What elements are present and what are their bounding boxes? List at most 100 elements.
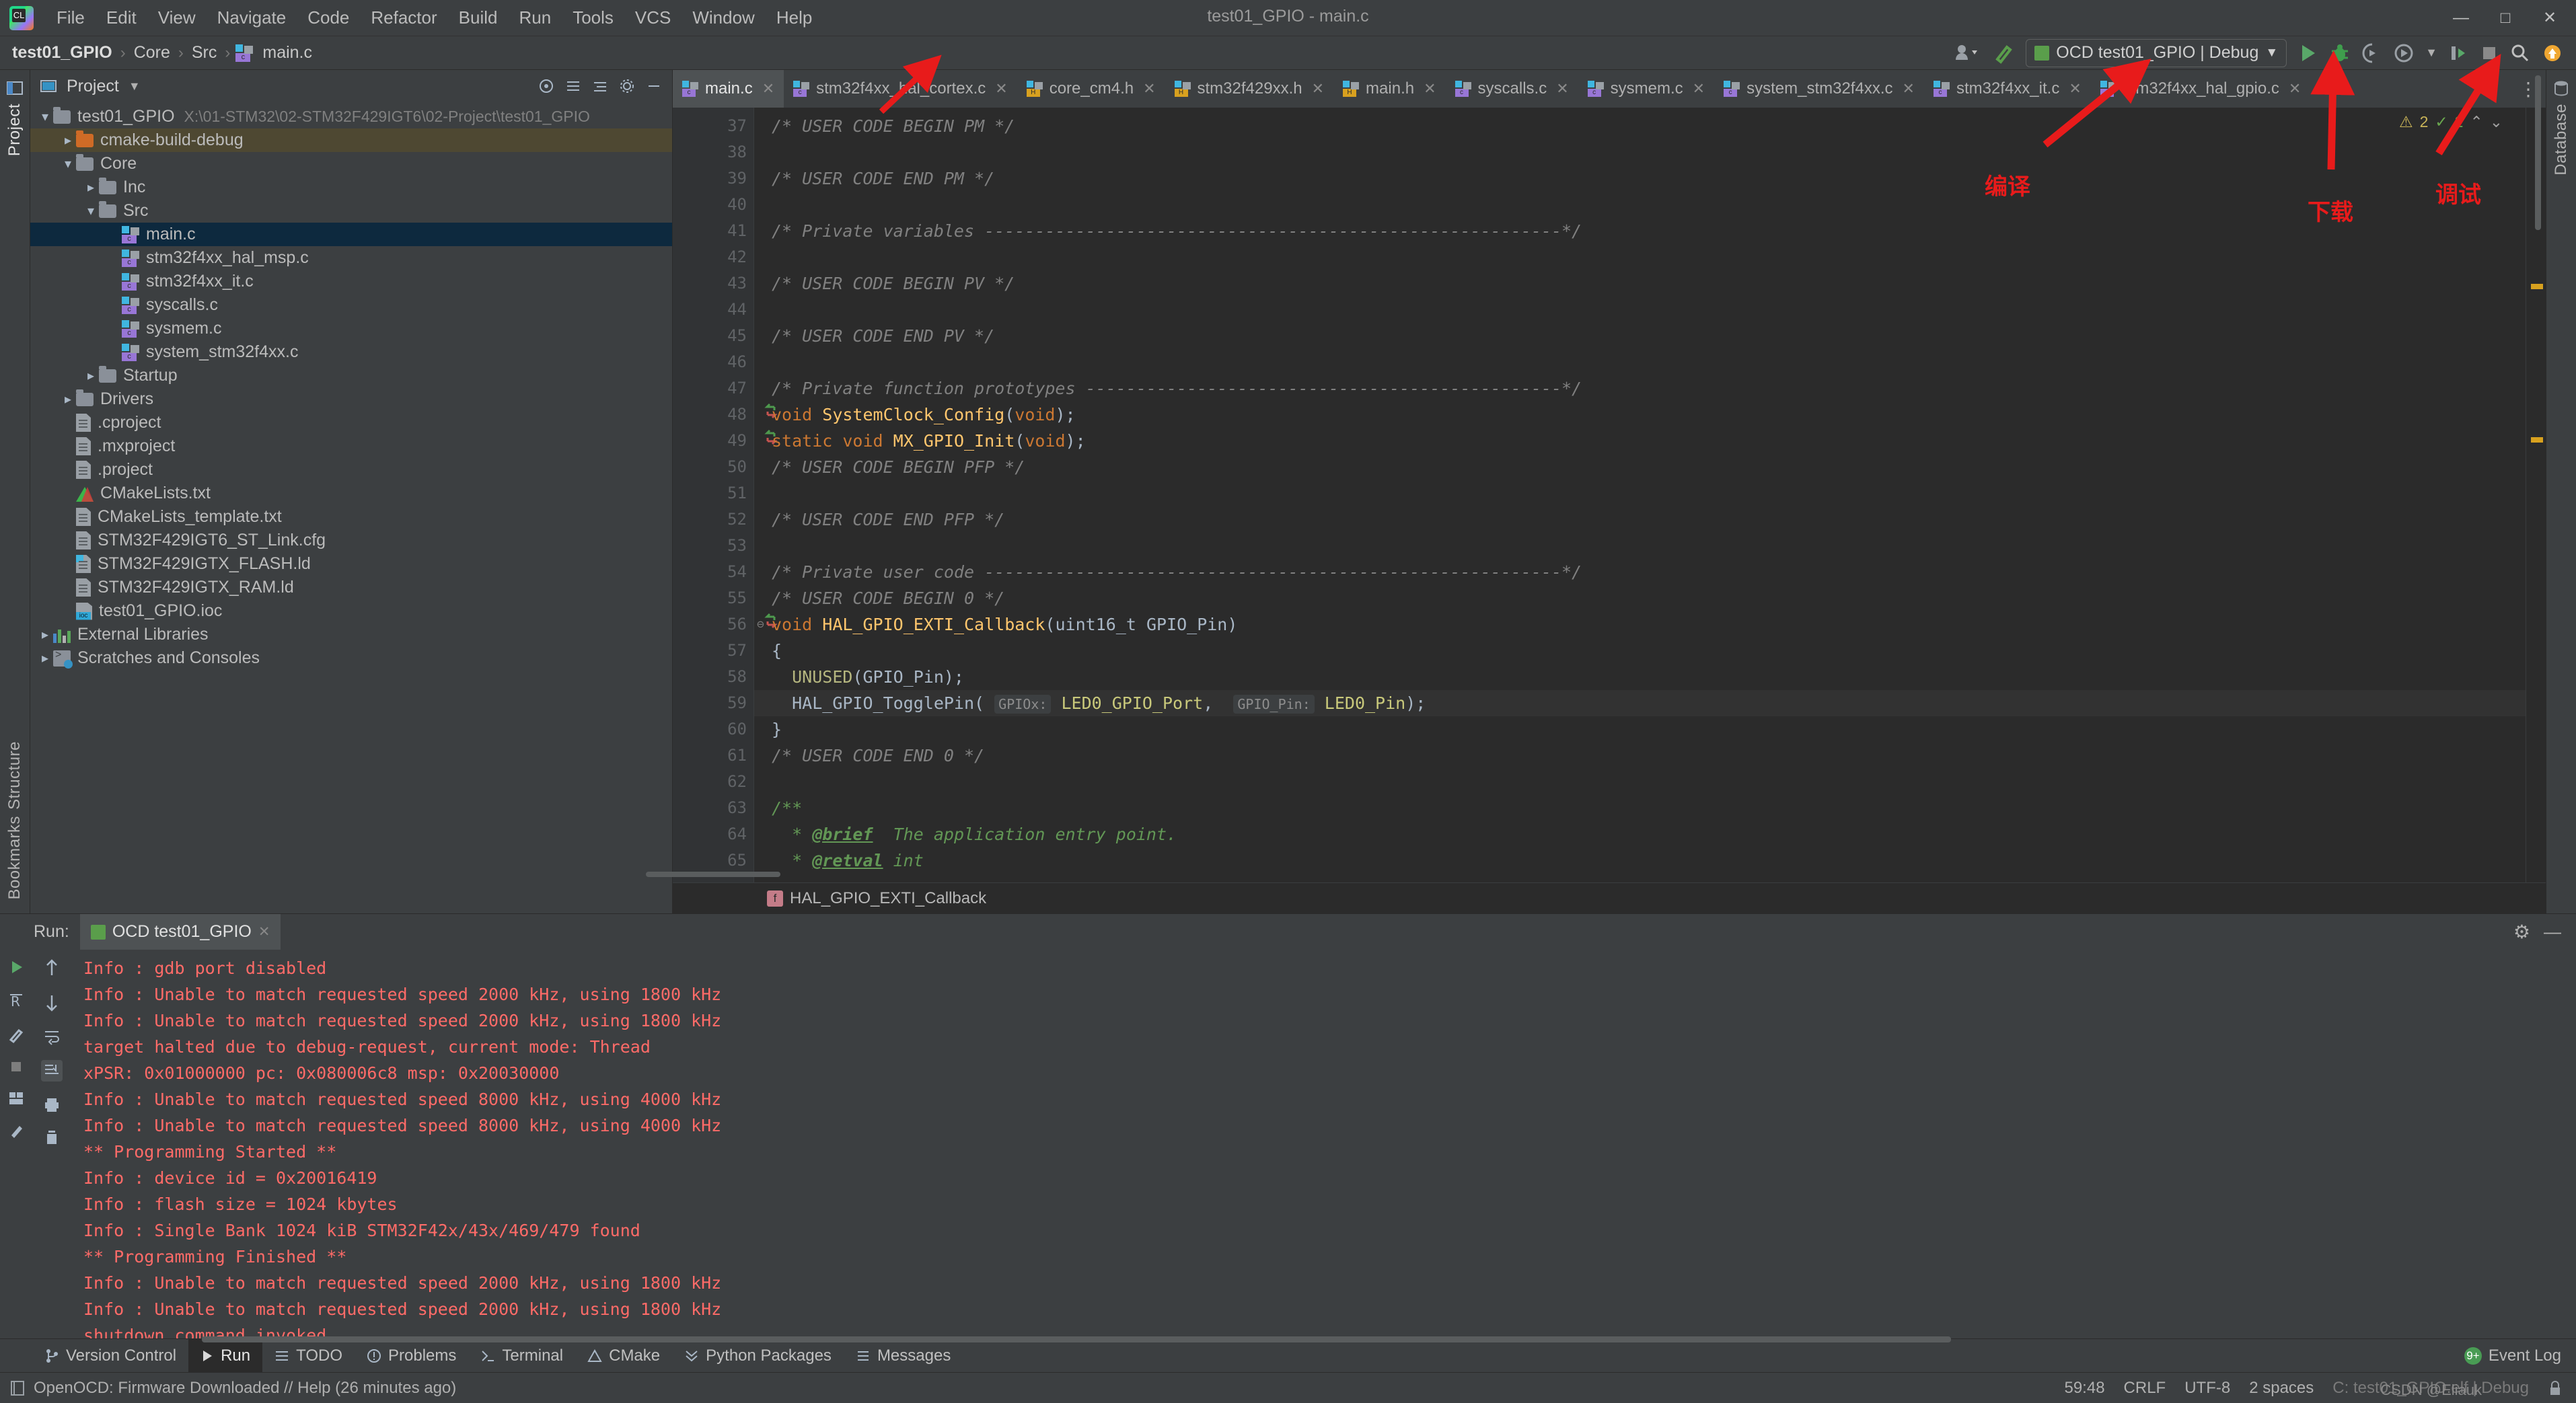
- tool-button-run[interactable]: Run: [188, 1338, 263, 1373]
- tree-item-inc[interactable]: ▸ Inc: [30, 176, 672, 199]
- menu-item-edit[interactable]: Edit: [96, 3, 147, 32]
- expand-all-icon[interactable]: [564, 77, 582, 95]
- event-log-button[interactable]: 9+ Event Log: [2464, 1347, 2576, 1365]
- tree-item-main-c[interactable]: ▸cmain.c: [30, 223, 672, 246]
- project-tree[interactable]: ▾ test01_GPIO X:\01-STM32\02-STM32F429IGT6…: [30, 102, 672, 913]
- tree-item-cmake-build-debug[interactable]: ▸ cmake-build-debug: [30, 128, 672, 152]
- configure-icon[interactable]: [7, 1025, 26, 1044]
- code-line-51[interactable]: [754, 480, 2526, 506]
- code-line-56[interactable]: ⊖ void HAL_GPIO_EXTI_Callback(uint16_t GP…: [754, 611, 2526, 638]
- stripe-marker-warning[interactable]: [2531, 284, 2543, 289]
- editor-tab-core-cm4-h[interactable]: Hcore_cm4.h ✕: [1017, 70, 1165, 108]
- close-icon[interactable]: ✕: [2069, 80, 2081, 98]
- tool-button-version-control[interactable]: Version Control: [32, 1339, 188, 1373]
- tree-item-syscalls-c[interactable]: ▸csyscalls.c: [30, 293, 672, 317]
- chevron-down-icon[interactable]: ▼: [2425, 46, 2437, 60]
- breadcrumb-core[interactable]: Core: [131, 42, 173, 64]
- code-line-37[interactable]: /* USER CODE BEGIN PM */: [754, 113, 2526, 139]
- database-icon[interactable]: [2552, 79, 2570, 97]
- project-window-icon[interactable]: [6, 79, 24, 97]
- code-line-61[interactable]: /* USER CODE END 0 */: [754, 743, 2526, 769]
- expand-arrow-icon[interactable]: ▸: [60, 132, 76, 149]
- tree-item-test01-gpio-ioc[interactable]: ▸ioctest01_GPIO.ioc: [30, 599, 672, 623]
- sidebar-item-project[interactable]: Project: [5, 104, 24, 156]
- code-line-54[interactable]: /* Private user code -------------------…: [754, 559, 2526, 585]
- breadcrumb-project[interactable]: test01_GPIO: [9, 42, 115, 64]
- collapse-arrow-icon[interactable]: ▾: [83, 202, 99, 219]
- close-icon[interactable]: ✕: [762, 80, 774, 98]
- rerun-failed-icon[interactable]: R: [7, 991, 26, 1010]
- gear-icon[interactable]: [618, 77, 636, 95]
- tool-button-problems[interactable]: Problems: [355, 1339, 468, 1373]
- collapse-arrow-icon[interactable]: ▾: [60, 155, 76, 172]
- code-line-62[interactable]: [754, 769, 2526, 795]
- stripe-marker-warning[interactable]: [2531, 437, 2543, 443]
- menu-item-view[interactable]: View: [147, 3, 207, 32]
- menu-item-refactor[interactable]: Refactor: [360, 3, 447, 32]
- close-button[interactable]: ✕: [2528, 1, 2572, 36]
- editor-tab-main-h[interactable]: Hmain.h ✕: [1333, 70, 1445, 108]
- tool-button-terminal[interactable]: Terminal: [468, 1339, 575, 1373]
- tree-item-cmakelists-txt[interactable]: ▸CMakeLists.txt: [30, 482, 672, 505]
- code-editor[interactable]: 37 38 39 40 41 42 43 44 45 46 47 48 49 50 51 52 53 54 55 56…: [673, 108, 2546, 913]
- editor-tab-main-c[interactable]: c main.c ✕: [673, 70, 784, 108]
- maximize-button[interactable]: □: [2483, 1, 2528, 36]
- tree-item-external-libraries[interactable]: ▸ External Libraries: [30, 623, 672, 646]
- breadcrumb-file[interactable]: main.c: [260, 42, 315, 64]
- sidebar-item-bookmarks[interactable]: Bookmarks: [5, 816, 24, 900]
- code-line-38[interactable]: [754, 139, 2526, 165]
- menu-item-run[interactable]: Run: [508, 3, 562, 32]
- editor-tab-stm32f4xx-it-c[interactable]: c stm32f4xx_it.c ✕: [1924, 70, 2091, 108]
- editor-tab-system-stm32f4xx-c[interactable]: c system_stm32f4xx.c ✕: [1714, 70, 1924, 108]
- code-content[interactable]: /* USER CODE BEGIN PM */ /* USER CODE END…: [753, 108, 2526, 913]
- code-line-48[interactable]: void SystemClock_Config(void);: [754, 402, 2526, 428]
- menu-item-file[interactable]: File: [46, 3, 96, 32]
- menu-item-tools[interactable]: Tools: [562, 3, 624, 32]
- indent-setting[interactable]: 2 spaces: [2249, 1379, 2314, 1398]
- gear-icon[interactable]: ⚙: [2513, 921, 2530, 943]
- project-scrollbar-thumb[interactable]: [646, 872, 780, 877]
- trash-icon[interactable]: [43, 1129, 61, 1146]
- file-encoding[interactable]: UTF-8: [2184, 1379, 2230, 1398]
- menu-item-build[interactable]: Build: [448, 3, 509, 32]
- code-line-50[interactable]: /* USER CODE BEGIN PFP */: [754, 454, 2526, 480]
- tree-item--cproject[interactable]: ▸.cproject: [30, 411, 672, 434]
- print-icon[interactable]: [43, 1096, 61, 1114]
- tree-item-scratches-and-consoles[interactable]: ▸ Scratches and Consoles: [30, 646, 672, 670]
- stop-button[interactable]: [2479, 43, 2499, 63]
- caret-position[interactable]: 59:48: [2064, 1379, 2104, 1398]
- stop-icon[interactable]: [8, 1059, 24, 1075]
- editor-tab-syscalls-c[interactable]: c syscalls.c ✕: [1446, 70, 1578, 108]
- tool-button-todo[interactable]: TODO: [262, 1339, 355, 1373]
- code-line-39[interactable]: /* USER CODE END PM */: [754, 165, 2526, 192]
- code-line-42[interactable]: [754, 244, 2526, 270]
- code-line-43[interactable]: /* USER CODE BEGIN PV */: [754, 270, 2526, 297]
- expand-arrow-icon[interactable]: ▸: [60, 391, 76, 408]
- line-separator[interactable]: CRLF: [2124, 1379, 2166, 1398]
- code-line-65[interactable]: * @retval int: [754, 847, 2526, 874]
- menu-item-help[interactable]: Help: [766, 3, 823, 32]
- close-icon[interactable]: ✕: [1143, 80, 1155, 98]
- hide-panel-icon[interactable]: [645, 77, 663, 95]
- tree-item--project[interactable]: ▸.project: [30, 458, 672, 482]
- soft-wrap-icon[interactable]: [43, 1028, 61, 1045]
- code-line-40[interactable]: [754, 192, 2526, 218]
- tree-item--mxproject[interactable]: ▸.mxproject: [30, 434, 672, 458]
- down-arrow-icon[interactable]: [43, 993, 61, 1013]
- user-accounts-icon[interactable]: [1954, 43, 1984, 63]
- rerun-icon[interactable]: [7, 958, 26, 977]
- code-line-52[interactable]: /* USER CODE END PFP */: [754, 506, 2526, 533]
- collapse-all-icon[interactable]: [591, 77, 609, 95]
- tool-button-python-packages[interactable]: Python Packages: [672, 1339, 844, 1373]
- chevron-down-icon[interactable]: ▼: [128, 79, 141, 93]
- run-coverage-icon[interactable]: [2361, 42, 2384, 65]
- run-button[interactable]: [2296, 42, 2319, 65]
- console-scrollbar-thumb[interactable]: [202, 1336, 1951, 1342]
- breadcrumb-src[interactable]: Src: [189, 42, 220, 64]
- code-line-63[interactable]: /**: [754, 795, 2526, 821]
- minimize-button[interactable]: —: [2439, 1, 2483, 36]
- editor-tab-stm32f4xx-hal-gpio-c[interactable]: c stm32f4xx_hal_gpio.c ✕: [2091, 70, 2311, 108]
- tree-item-cmakelists-template-txt[interactable]: ▸CMakeLists_template.txt: [30, 505, 672, 529]
- code-line-47[interactable]: /* Private function prototypes ---------…: [754, 375, 2526, 402]
- code-line-41[interactable]: /* Private variables -------------------…: [754, 218, 2526, 244]
